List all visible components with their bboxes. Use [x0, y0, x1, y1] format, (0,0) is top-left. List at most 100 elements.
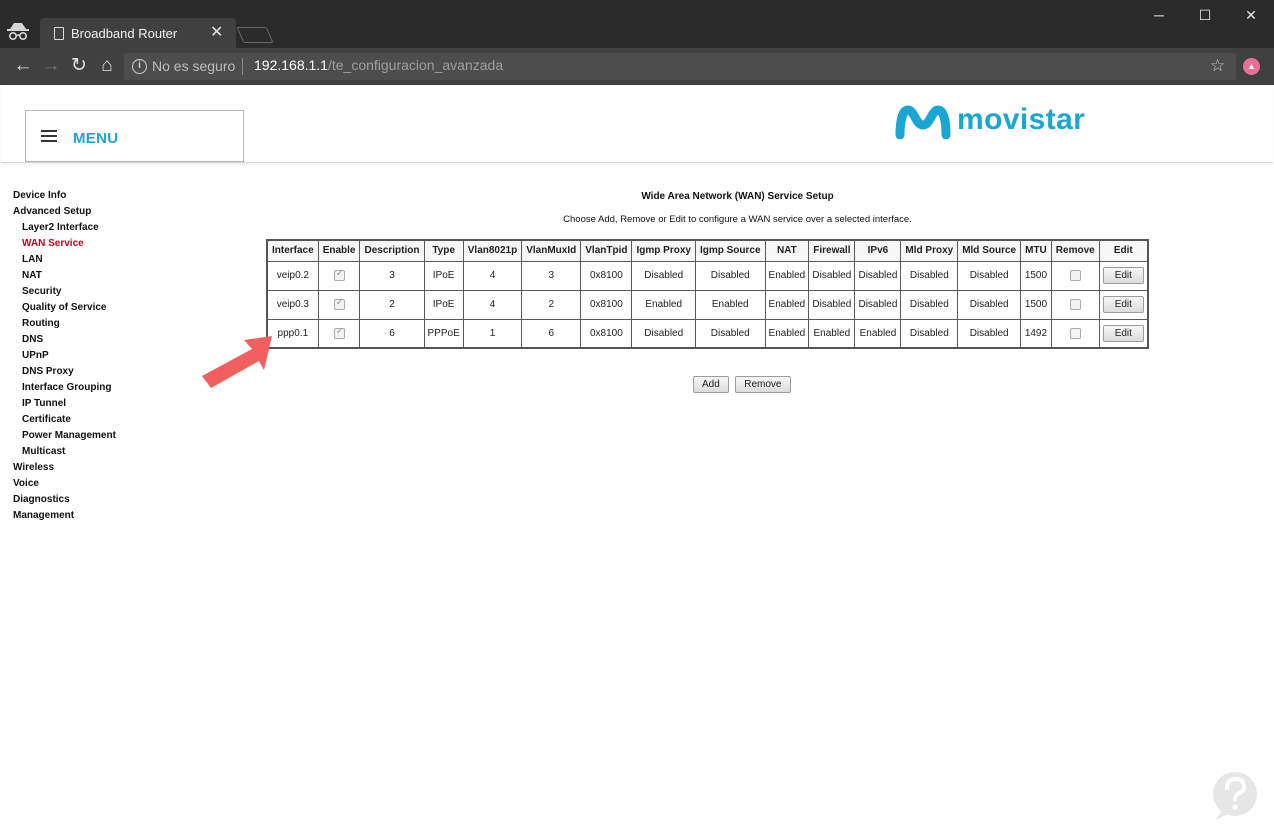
sidebar-item-wan-service[interactable]: WAN Service — [13, 236, 213, 252]
security-indicator[interactable]: No es seguro — [152, 58, 235, 74]
cell-mld-proxy: Disabled — [900, 260, 959, 291]
address-bar[interactable]: i No es seguro 192.168.1.1/te_configurac… — [124, 53, 1236, 80]
remove-checkbox[interactable] — [1069, 327, 1081, 339]
cell-type: PPPoE — [423, 318, 464, 349]
info-icon[interactable]: i — [132, 59, 147, 74]
browser-tab[interactable]: Broadband Router ✕ — [40, 18, 236, 48]
url-host: 192.168.1.1 — [254, 57, 328, 73]
enable-checkbox[interactable] — [333, 297, 345, 310]
sidebar-item-diagnostics[interactable]: Diagnostics — [13, 492, 213, 508]
cell-mtu: 1500 — [1020, 289, 1052, 320]
column-header-description: Description — [359, 239, 425, 262]
enable-checkbox[interactable] — [333, 326, 345, 339]
column-header-vlanmuxid: VlanMuxId — [521, 239, 582, 262]
cell-nat: Enabled — [764, 318, 810, 349]
cell-igmp-proxy: Disabled — [631, 260, 696, 291]
table-body: veip0.23IPoE430x8100DisabledDisabledEnab… — [266, 260, 1149, 349]
bookmark-star-icon[interactable]: ☆ — [1210, 56, 1225, 76]
column-header-firewall: Firewall — [808, 239, 856, 262]
url-path: /te_configuracion_avanzada — [327, 57, 504, 73]
sidebar-item-device-info[interactable]: Device Info — [13, 188, 213, 204]
close-window-icon[interactable]: ✕ — [1228, 4, 1274, 26]
edit-button[interactable]: Edit — [1102, 267, 1144, 284]
sidebar-item-routing[interactable]: Routing — [13, 316, 213, 332]
column-header-vlan8021p: Vlan8021p — [462, 239, 523, 262]
cell-mld-source: Disabled — [957, 318, 1022, 349]
cell-vlan8021p: 4 — [462, 289, 523, 320]
remove-cell — [1050, 318, 1100, 349]
sidebar-item-ip-tunnel[interactable]: IP Tunnel — [13, 396, 213, 412]
hamburger-icon — [41, 130, 57, 142]
back-icon[interactable]: ← — [10, 52, 36, 80]
cell-igmp-source: Enabled — [694, 289, 766, 320]
remove-checkbox[interactable] — [1069, 298, 1081, 310]
cell-interface: veip0.2 — [266, 260, 319, 291]
column-header-remove: Remove — [1050, 239, 1100, 262]
sidebar-item-advanced-setup[interactable]: Advanced Setup — [13, 204, 213, 220]
menu-button[interactable]: MENU — [25, 110, 244, 162]
edit-button[interactable]: Edit — [1102, 296, 1144, 313]
action-buttons: Add Remove — [693, 374, 793, 393]
column-header-type: Type — [423, 239, 464, 262]
edit-cell: Edit — [1098, 260, 1149, 291]
cell-vlanmuxid: 3 — [521, 260, 582, 291]
new-tab-button[interactable] — [236, 27, 274, 43]
annotation-arrow-icon — [202, 336, 272, 388]
add-button[interactable]: Add — [693, 376, 729, 393]
column-header-mld-proxy: Mld Proxy — [900, 239, 959, 262]
table-row: veip0.32IPoE420x8100EnabledEnabledEnable… — [266, 289, 1149, 320]
sidebar-item-nat[interactable]: NAT — [13, 268, 213, 284]
profile-avatar-icon[interactable]: ▲ — [1243, 58, 1260, 75]
url-text[interactable]: 192.168.1.1/te_configuracion_avanzada — [254, 57, 503, 73]
cell-interface: veip0.3 — [266, 289, 319, 320]
left-nav: Device Info Advanced Setup Layer2 Interfac… — [13, 188, 213, 524]
sidebar-item-dns-proxy[interactable]: DNS Proxy — [13, 364, 213, 380]
cell-igmp-source: Disabled — [694, 260, 766, 291]
home-icon[interactable]: ⌂ — [94, 52, 120, 80]
page-title: Wide Area Network (WAN) Service Setup — [641, 191, 834, 202]
column-header-nat: NAT — [764, 239, 810, 262]
column-header-enable: Enable — [317, 239, 361, 262]
reload-icon[interactable]: ↻ — [66, 52, 92, 80]
tab-title: Broadband Router — [71, 26, 178, 41]
cell-igmp-proxy: Enabled — [631, 289, 696, 320]
sidebar-item-wireless[interactable]: Wireless — [13, 460, 213, 476]
sidebar-item-security[interactable]: Security — [13, 284, 213, 300]
remove-checkbox[interactable] — [1069, 269, 1081, 281]
cell-firewall: Disabled — [808, 289, 856, 320]
column-header-ipv6: IPv6 — [854, 239, 902, 262]
cell-type: IPoE — [423, 260, 464, 291]
sidebar-item-certificate[interactable]: Certificate — [13, 412, 213, 428]
edit-button[interactable]: Edit — [1102, 324, 1144, 342]
sidebar-item-upnp[interactable]: UPnP — [13, 348, 213, 364]
table-row: veip0.23IPoE430x8100DisabledDisabledEnab… — [266, 260, 1149, 291]
sidebar-item-dns[interactable]: DNS — [13, 332, 213, 348]
close-tab-icon[interactable]: ✕ — [210, 22, 223, 42]
sidebar-item-power-management[interactable]: Power Management — [13, 428, 213, 444]
cell-description: 2 — [359, 289, 425, 320]
cell-vlantpid: 0x8100 — [580, 260, 633, 291]
sidebar-item-interface-grouping[interactable]: Interface Grouping — [13, 380, 213, 396]
cell-vlan8021p: 4 — [462, 260, 523, 291]
cell-firewall: Disabled — [808, 260, 856, 291]
cell-vlantpid: 0x8100 — [580, 318, 633, 349]
forward-icon[interactable]: → — [38, 52, 64, 80]
sidebar-item-multicast[interactable]: Multicast — [13, 444, 213, 460]
sidebar-item-layer2-interface[interactable]: Layer2 Interface — [13, 220, 213, 236]
sidebar-item-voice[interactable]: Voice — [13, 476, 213, 492]
cell-nat: Enabled — [764, 289, 810, 320]
maximize-icon[interactable]: ☐ — [1182, 4, 1228, 26]
sidebar-item-lan[interactable]: LAN — [13, 252, 213, 268]
minimize-icon[interactable]: ─ — [1136, 4, 1182, 26]
sidebar-item-management[interactable]: Management — [13, 508, 213, 524]
enable-cell — [317, 318, 361, 349]
page-icon — [54, 27, 64, 40]
cell-mld-proxy: Disabled — [900, 289, 959, 320]
cell-nat: Enabled — [764, 260, 810, 291]
cell-mld-source: Disabled — [957, 289, 1022, 320]
remove-button[interactable]: Remove — [735, 376, 791, 393]
cell-vlan8021p: 1 — [462, 318, 523, 349]
edit-cell: Edit — [1098, 289, 1149, 320]
enable-checkbox[interactable] — [333, 268, 345, 281]
sidebar-item-quality-of-service[interactable]: Quality of Service — [13, 300, 213, 316]
